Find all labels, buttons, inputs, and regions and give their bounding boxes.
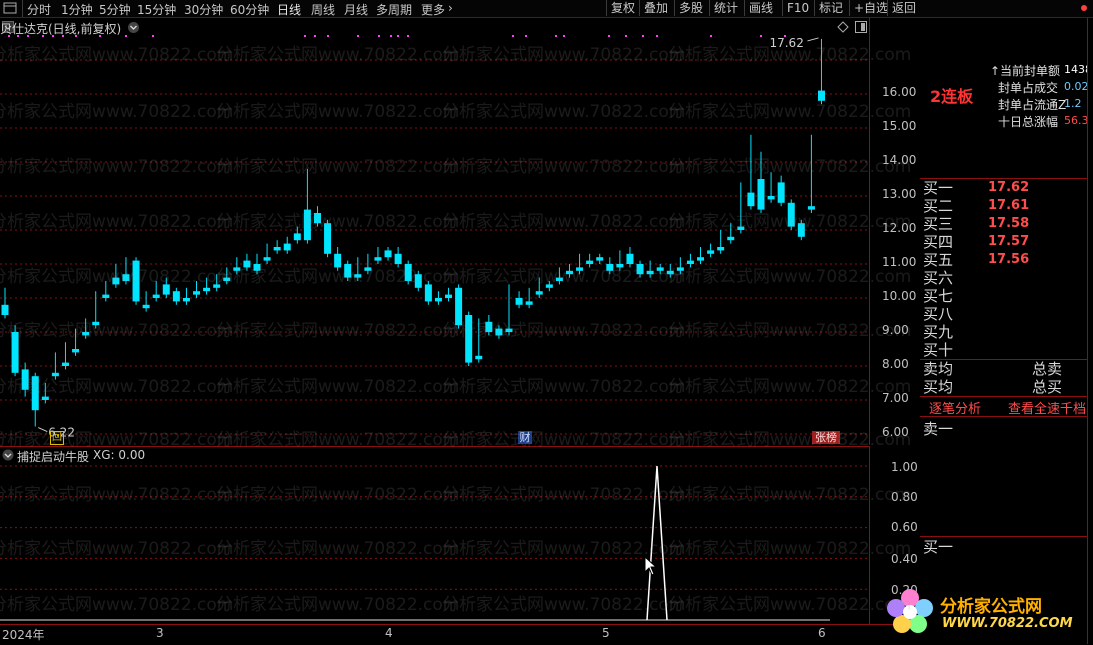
quote-panel: 2连板 ↑当前封单额1438 封单占成交 0.02 封单占流通Z1.2 十日总涨幅 56.…: [920, 18, 1093, 644]
watermark-text: 分析家公式网www.70822.com: [442, 102, 686, 122]
watermark-text: 分析家公式网www.70822.com: [216, 539, 460, 559]
watermark-text: 分析家公式网www.70822.com: [668, 267, 912, 287]
watermark-text: 分析家公式网www.70822.com: [668, 539, 912, 559]
watermark-text: 分析家公式网www.70822.com: [216, 212, 460, 232]
watermark-text: 分析家公式网www.70822.com: [0, 102, 234, 122]
watermark-text: 分析家公式网www.70822.com: [442, 212, 686, 232]
stat-label: 封单占成交: [998, 81, 1059, 95]
bid-level-price: 17.61: [988, 198, 1030, 213]
watermark-text: 分析家公式网www.70822.com: [668, 377, 912, 397]
bid-level-price: 17.57: [988, 234, 1030, 249]
bid-level-label: 买七: [923, 287, 954, 305]
stat-value: 1.2: [1064, 97, 1082, 110]
divider: [920, 536, 1087, 537]
stat-value: 1438: [1064, 63, 1087, 76]
bid-level-price: 17.58: [988, 216, 1030, 231]
watermark-text: 分析家公式网www.70822.com: [216, 157, 460, 177]
watermark-text: 分析家公式网www.70822.com: [668, 321, 912, 341]
watermark-text: 分析家公式网www.70822.com: [668, 45, 912, 65]
watermark-text: 分析家公式网www.70822.com: [0, 267, 234, 287]
watermark-text: 分析家公式网www.70822.com: [442, 267, 686, 287]
watermark-text: 分析家公式网www.70822.com: [0, 485, 234, 505]
stat-value: 56.3: [1064, 114, 1087, 127]
watermark-text: 分析家公式网www.70822.com: [442, 157, 686, 177]
logo-cn-text: 分析家公式网: [940, 597, 1042, 617]
watermark-text: 分析家公式网www.70822.com: [216, 267, 460, 287]
watermark-text: 分析家公式网www.70822.com: [442, 595, 686, 615]
bid-level-label: 买八: [923, 305, 954, 323]
sell-one-label: 卖一: [923, 420, 954, 438]
bid-level-label: 买六: [923, 269, 954, 287]
watermark-text: 分析家公式网www.70822.com: [0, 539, 234, 559]
fullscreen-icon[interactable]: [1076, 0, 1093, 16]
watermark-text: 分析家公式网www.70822.com: [0, 321, 234, 341]
panel-border: [1087, 18, 1088, 644]
watermark-text: 分析家公式网www.70822.com: [0, 212, 234, 232]
bid-level-label: 买四: [923, 233, 954, 251]
watermark-text: 分析家公式网www.70822.com: [216, 45, 460, 65]
watermark-layer: 分析家公式网www.70822.com 分析家公式网www.70822.com 分析…: [0, 0, 920, 644]
watermark-text: 分析家公式网www.70822.com: [0, 157, 234, 177]
watermark-text: 分析家公式网www.70822.com: [668, 157, 912, 177]
limit-up-label: 2连板: [930, 87, 974, 106]
watermark-text: 分析家公式网www.70822.com: [442, 377, 686, 397]
watermark-text: 分析家公式网www.70822.com: [442, 430, 686, 450]
avg-buy-label: 买均: [923, 378, 954, 396]
divider: [920, 416, 1087, 417]
watermark-text: 分析家公式网www.70822.com: [216, 102, 460, 122]
bid-level-label: 买九: [923, 323, 954, 341]
bid-level-label: 买五: [923, 251, 954, 269]
bid-level-label: 买三: [923, 215, 954, 233]
watermark-text: 分析家公式网www.70822.com: [216, 321, 460, 341]
bid-level-label: 买二: [923, 197, 954, 215]
watermark-text: 分析家公式网www.70822.com: [216, 377, 460, 397]
stat-label: 封单占流通Z: [998, 98, 1067, 112]
watermark-text: 分析家公式网www.70822.com: [668, 430, 912, 450]
avg-sell-label: 卖均: [923, 360, 954, 378]
total-buy-label: 总买: [1032, 378, 1063, 396]
watermark-text: 分析家公式网www.70822.com: [668, 485, 912, 505]
full-depth-link[interactable]: 查看全速千档: [1008, 398, 1087, 417]
watermark-text: 分析家公式网www.70822.com: [216, 485, 460, 505]
bid-level-price: 17.56: [988, 252, 1030, 267]
watermark-text: 分析家公式网www.70822.com: [0, 45, 234, 65]
watermark-text: 分析家公式网www.70822.com: [216, 595, 460, 615]
buy-one-label: 买一: [923, 538, 954, 556]
watermark-text: 分析家公式网www.70822.com: [0, 430, 234, 450]
watermark-text: 分析家公式网www.70822.com: [442, 321, 686, 341]
watermark-text: 分析家公式网www.70822.com: [0, 377, 234, 397]
mouse-cursor-icon: [644, 556, 658, 576]
watermark-text: 分析家公式网www.70822.com: [442, 485, 686, 505]
divider: [920, 396, 1087, 397]
bid-level-label: 买十: [923, 341, 954, 359]
logo-url-text: WWW.70822.COM: [942, 616, 1073, 631]
tick-analysis-link[interactable]: 逐笔分析: [929, 398, 981, 417]
bid-level-label: 买一: [923, 179, 954, 197]
stat-label: ↑当前封单额: [990, 64, 1061, 78]
stat-value: 0.02: [1064, 80, 1087, 93]
watermark-text: 分析家公式网www.70822.com: [216, 430, 460, 450]
watermark-text: 分析家公式网www.70822.com: [442, 45, 686, 65]
bid-level-price: 17.62: [988, 180, 1030, 195]
watermark-text: 分析家公式网www.70822.com: [0, 595, 234, 615]
total-sell-label: 总卖: [1032, 360, 1063, 378]
watermark-text: 分析家公式网www.70822.com: [668, 595, 912, 615]
watermark-text: 分析家公式网www.70822.com: [668, 212, 912, 232]
stat-label: 十日总涨幅: [998, 115, 1059, 129]
watermark-text: 分析家公式网www.70822.com: [668, 102, 912, 122]
